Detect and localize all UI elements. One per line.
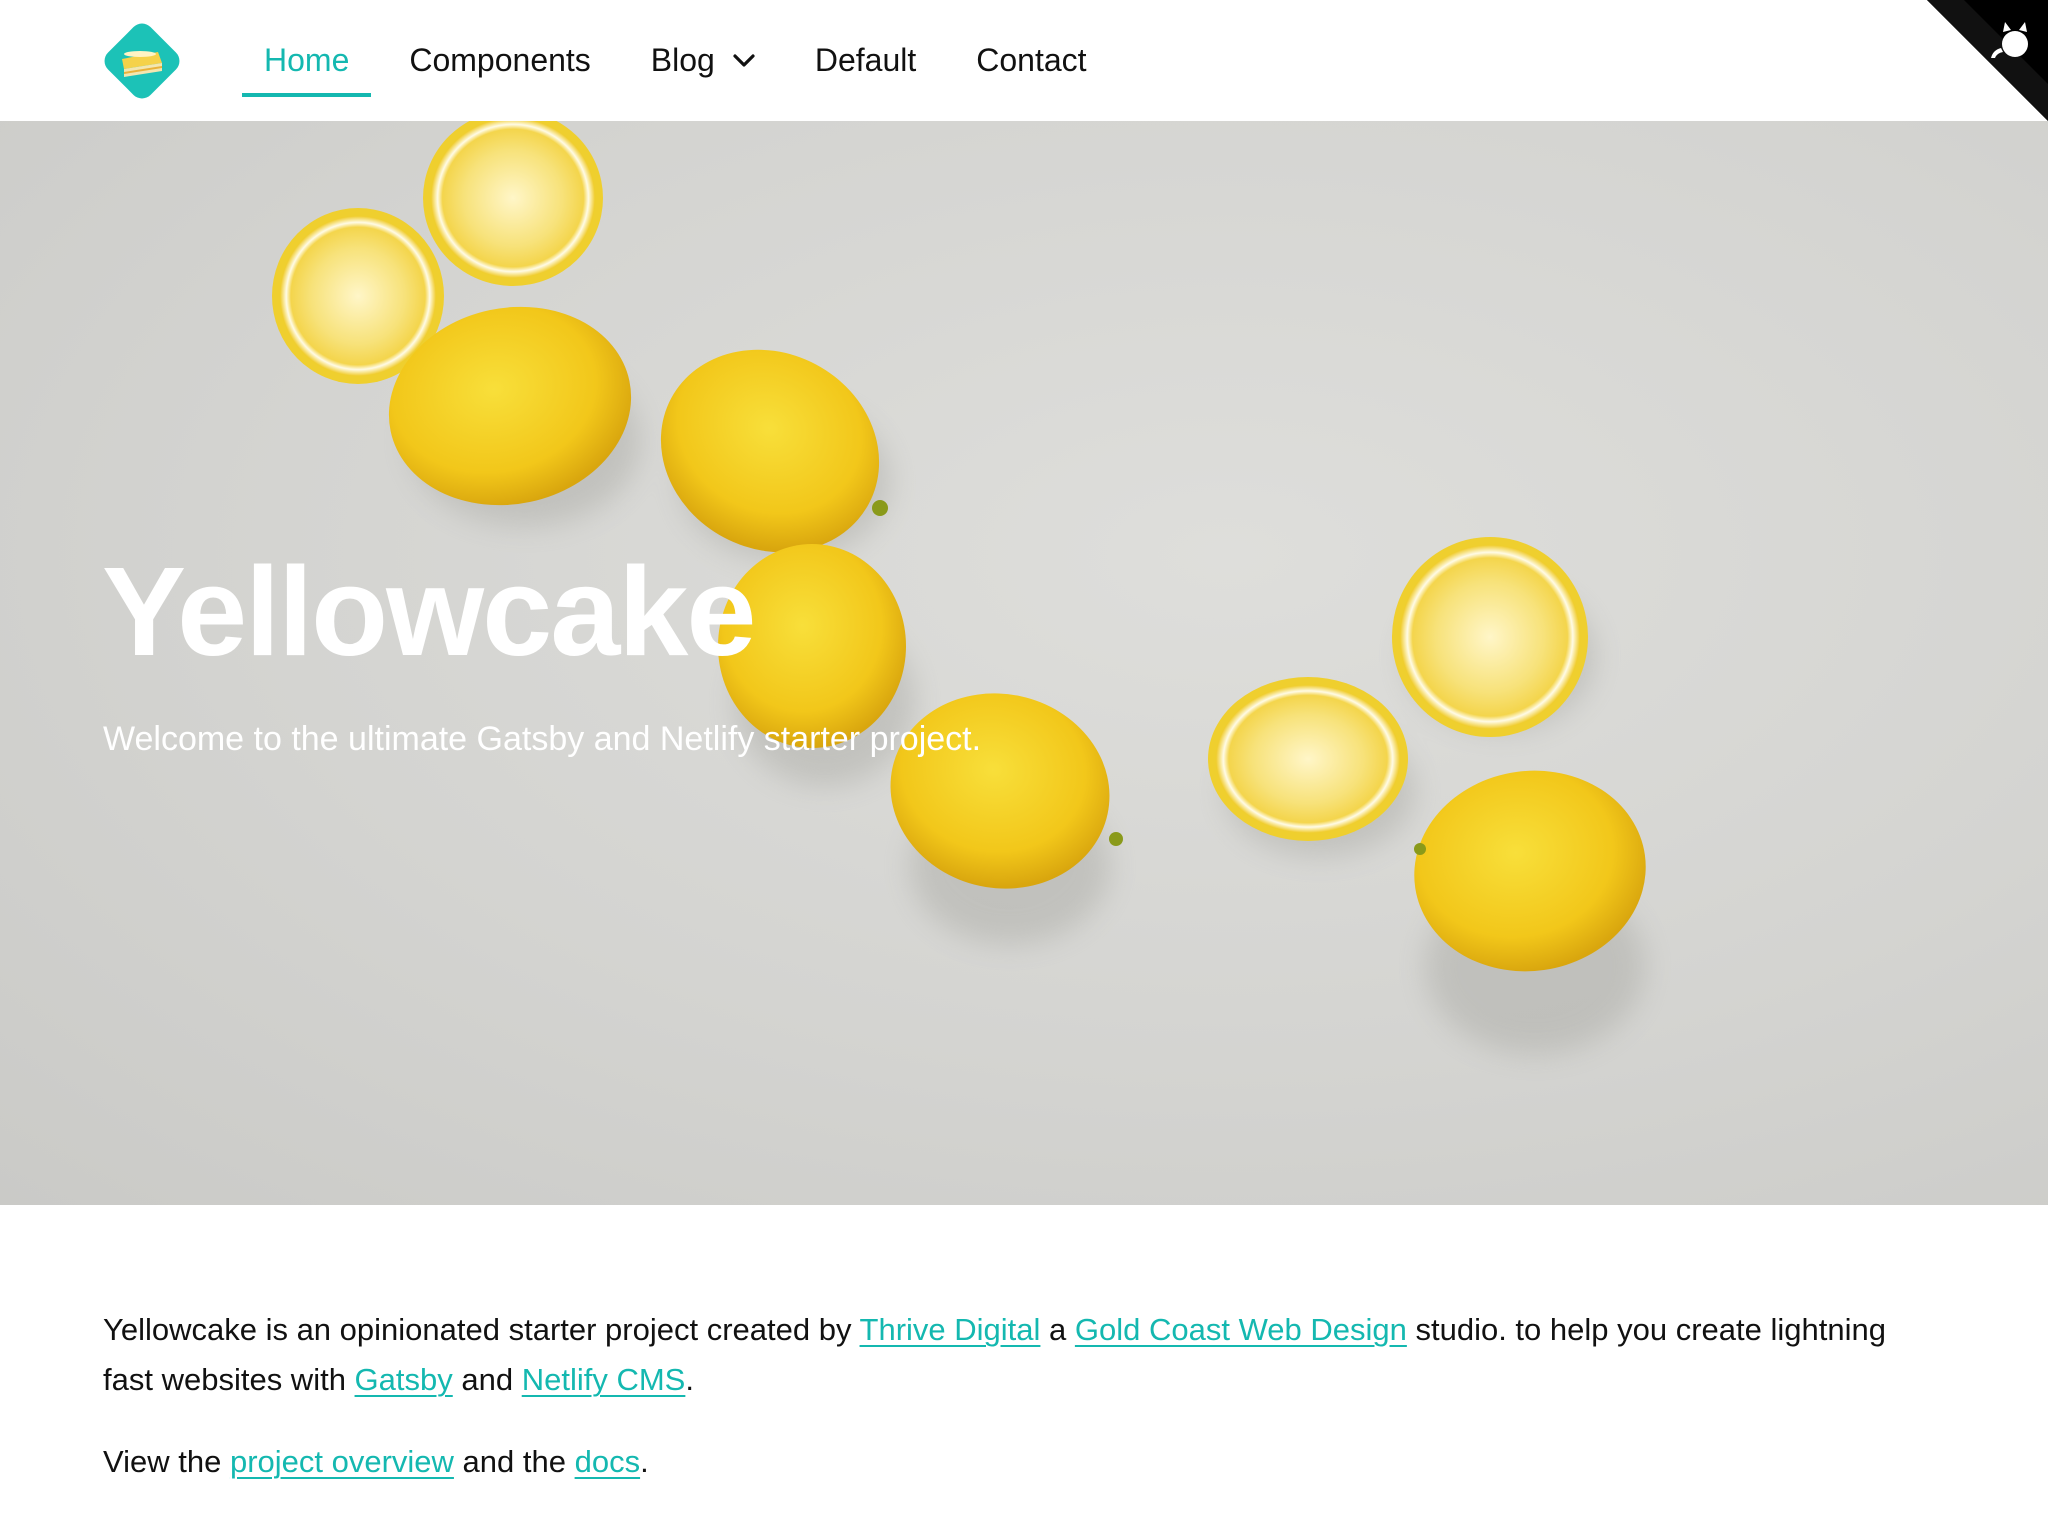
github-corner-link[interactable] xyxy=(1927,0,2048,121)
intro-text: . xyxy=(685,1362,694,1397)
nav-home-label: Home xyxy=(264,42,350,78)
link-netlify-cms[interactable]: Netlify CMS xyxy=(522,1362,686,1397)
nav-blog-dropdown[interactable]: Blog xyxy=(629,0,777,121)
hero-subtitle: Welcome to the ultimate Gatsby and Netli… xyxy=(103,720,982,758)
link-thrive-digital[interactable]: Thrive Digital xyxy=(860,1312,1041,1347)
intro-text: a xyxy=(1040,1312,1075,1347)
site-header: Home Components Blog Default Contact xyxy=(0,0,2048,121)
nav-default[interactable]: Default xyxy=(793,0,938,121)
intro-paragraph: Yellowcake is an opinionated starter pro… xyxy=(103,1305,1943,1405)
overview-text: . xyxy=(640,1444,649,1479)
link-docs[interactable]: docs xyxy=(575,1444,640,1479)
intro-text: Yellowcake is an opinionated starter pro… xyxy=(103,1312,860,1347)
hero-title: Yellowcake xyxy=(102,541,756,682)
overview-text: View the xyxy=(103,1444,230,1479)
nav-home[interactable]: Home xyxy=(242,0,372,121)
nav-contact[interactable]: Contact xyxy=(954,0,1108,121)
nav-contact-label: Contact xyxy=(976,42,1087,78)
chevron-down-icon xyxy=(733,50,755,72)
intro-text: and xyxy=(452,1362,522,1397)
github-octocat-icon xyxy=(1927,0,2048,121)
hero-banner: Yellowcake Welcome to the ultimate Gatsb… xyxy=(0,121,2048,1205)
link-project-overview[interactable]: project overview xyxy=(230,1444,454,1479)
overview-text: and the xyxy=(453,1444,575,1479)
link-gatsby[interactable]: Gatsby xyxy=(355,1362,453,1397)
nav-default-label: Default xyxy=(814,42,917,78)
intro-content: Yellowcake is an opinionated starter pro… xyxy=(103,1305,1943,1519)
overview-paragraph: View the project overview and the docs. xyxy=(103,1437,1943,1487)
nav-blog-label: Blog xyxy=(650,42,715,78)
link-gold-coast-web-design[interactable]: Gold Coast Web Design xyxy=(1075,1312,1407,1347)
nav-components[interactable]: Components xyxy=(387,0,612,121)
nav-components-label: Components xyxy=(409,42,591,78)
main-nav: Home Components Blog Default Contact xyxy=(242,0,1125,121)
logo-cake-icon[interactable] xyxy=(100,19,184,103)
